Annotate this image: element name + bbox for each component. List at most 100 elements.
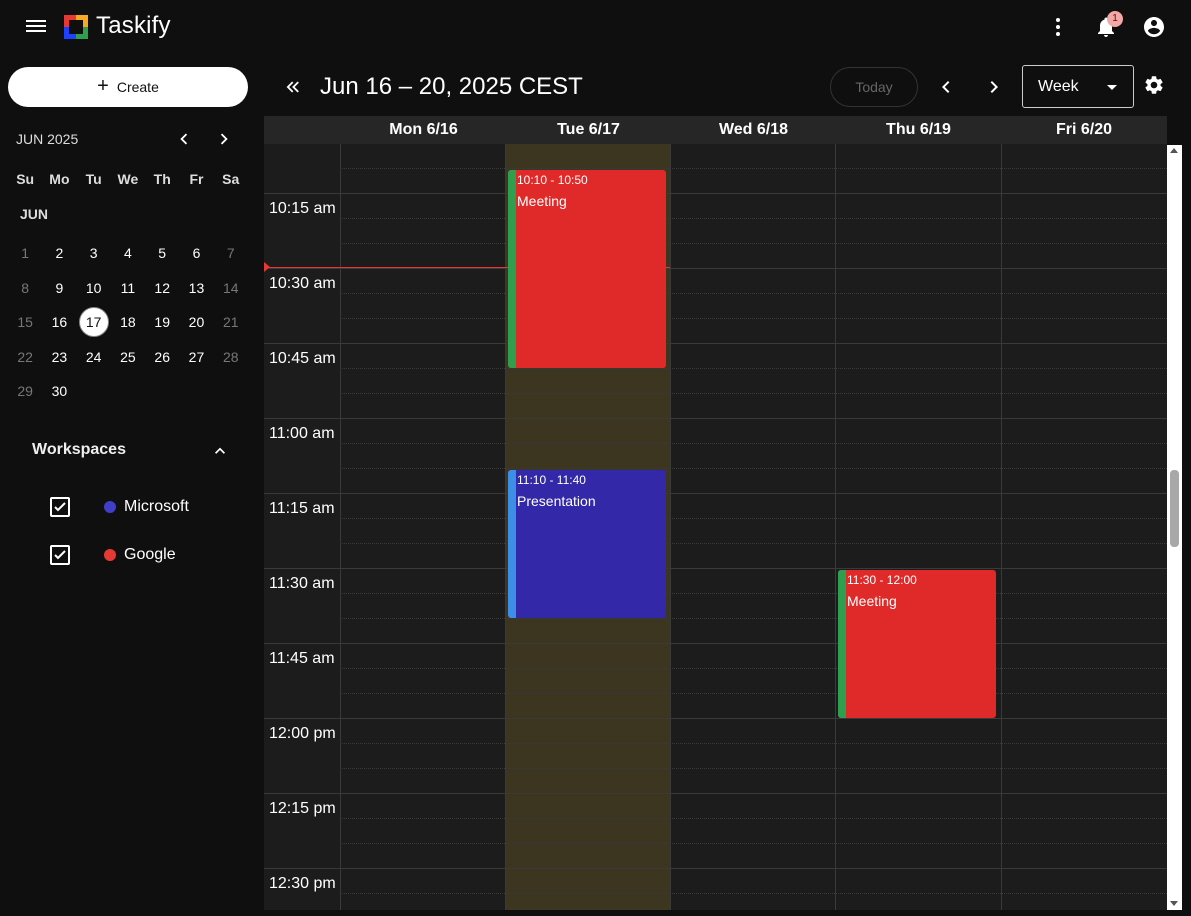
event-card[interactable]: 10:10 - 10:50 Meeting: [508, 170, 666, 368]
column-divider: [670, 144, 671, 910]
column-divider: [835, 144, 836, 910]
mini-day[interactable]: 8: [8, 271, 42, 306]
create-button[interactable]: + Create: [8, 67, 248, 107]
time-label: 11:00 am: [269, 425, 335, 442]
event-card[interactable]: 11:30 - 12:00 Meeting: [838, 570, 996, 718]
mini-day[interactable]: 9: [42, 271, 76, 306]
view-select-value: Week: [1038, 78, 1079, 95]
workspace-checkbox-google[interactable]: [50, 545, 70, 565]
mini-day[interactable]: 30: [42, 374, 76, 409]
mini-day[interactable]: 2: [42, 236, 76, 271]
calendar-scrollbar[interactable]: [1167, 145, 1182, 910]
mini-day-number: 11: [120, 279, 136, 296]
mini-day[interactable]: 23: [42, 340, 76, 375]
mini-day[interactable]: 16: [42, 305, 76, 340]
account-circle-icon[interactable]: [1142, 15, 1166, 39]
mini-day[interactable]: 18: [111, 305, 145, 340]
workspace-item-google: Google: [50, 544, 176, 566]
mini-week-row: 22 23 24 25 26 27 28: [8, 340, 248, 375]
mini-day[interactable]: 13: [179, 271, 213, 306]
dropdown-arrow-icon: [1107, 85, 1117, 90]
mini-day-number: 17: [78, 307, 109, 338]
workspace-color-dot: [104, 549, 116, 561]
event-time: 11:30 - 12:00: [847, 573, 917, 587]
mini-day-number: 16: [51, 314, 68, 331]
day-header-tue[interactable]: Tue 6/17: [506, 121, 671, 139]
day-header-mon[interactable]: Mon 6/16: [341, 121, 506, 139]
mini-day[interactable]: 10: [77, 271, 111, 306]
mini-week-row: 1 2 3 4 5 6 7: [8, 236, 248, 271]
next-week-icon[interactable]: [982, 75, 1006, 99]
time-label: 10:15 am: [269, 200, 336, 217]
weekday-label: Su: [16, 171, 35, 187]
event-card[interactable]: 11:10 - 11:40 Presentation: [508, 470, 666, 618]
mini-day-number: 7: [226, 245, 235, 262]
menu-icon[interactable]: [24, 17, 48, 37]
mini-day[interactable]: 6: [179, 236, 213, 271]
minor-slot-line: [340, 618, 1167, 619]
more-vert-icon[interactable]: [1046, 15, 1070, 39]
mini-day-number: 19: [154, 314, 170, 331]
event-workspace-bar: [838, 570, 846, 718]
mini-day[interactable]: 22: [8, 340, 42, 375]
view-select[interactable]: Week: [1022, 65, 1134, 108]
day-header-fri[interactable]: Fri 6/20: [1001, 121, 1167, 139]
double-chevron-left-icon[interactable]: [282, 76, 304, 98]
mini-day-number: 4: [124, 245, 132, 262]
day-header-thu[interactable]: Thu 6/19: [836, 121, 1001, 139]
mini-day[interactable]: 5: [145, 236, 179, 271]
column-divider: [505, 144, 506, 910]
mini-day-number: 22: [17, 348, 33, 365]
week-calendar: Mon 6/16 Tue 6/17 Wed 6/18 Thu 6/19 Fri …: [264, 116, 1167, 910]
time-grid[interactable]: 10:15 am 10:30 am 10:45 am 11:00 am 11:15 am…: [264, 144, 1167, 910]
scroll-down-arrow-icon[interactable]: [1170, 901, 1178, 906]
minor-slot-line: [340, 218, 1167, 219]
event-title: Presentation: [517, 493, 596, 509]
mini-day[interactable]: 24: [77, 340, 111, 375]
mini-day-number: 20: [188, 314, 205, 331]
minor-slot-line: [340, 293, 1167, 294]
time-label: 10:30 am: [269, 275, 336, 292]
scroll-thumb[interactable]: [1170, 470, 1179, 547]
workspaces-title: Workspaces: [32, 441, 126, 458]
mini-day[interactable]: 26: [145, 340, 179, 375]
weekday-label: Sa: [222, 171, 240, 187]
day-header-wed[interactable]: Wed 6/18: [671, 121, 836, 139]
mini-day[interactable]: 7: [214, 236, 248, 271]
mini-next-month-icon[interactable]: [213, 128, 235, 150]
time-label: 11:15 am: [269, 500, 335, 517]
slot-line: [264, 268, 1167, 269]
mini-day-number: 8: [21, 279, 30, 296]
time-label: 11:45 am: [269, 650, 335, 667]
mini-day[interactable]: 25: [111, 340, 145, 375]
workspace-checkbox-microsoft[interactable]: [50, 497, 70, 517]
today-button[interactable]: Today: [830, 67, 918, 107]
mini-day[interactable]: 29: [8, 374, 42, 409]
mini-day[interactable]: 19: [145, 305, 179, 340]
mini-day[interactable]: 21: [214, 305, 248, 340]
scroll-up-arrow-icon[interactable]: [1170, 148, 1178, 153]
mini-day[interactable]: 1: [8, 236, 42, 271]
mini-day[interactable]: 11: [111, 271, 145, 306]
mini-day: [145, 374, 179, 409]
mini-day: [179, 374, 213, 409]
expand-less-icon[interactable]: [210, 441, 230, 461]
mini-day[interactable]: 14: [214, 271, 248, 306]
mini-day[interactable]: 4: [111, 236, 145, 271]
mini-day[interactable]: 28: [214, 340, 248, 375]
mini-day[interactable]: 27: [179, 340, 213, 375]
mini-day[interactable]: 3: [77, 236, 111, 271]
settings-gear-icon[interactable]: [1143, 74, 1165, 96]
mini-day-today[interactable]: 17: [77, 305, 111, 340]
prev-week-icon[interactable]: [934, 75, 958, 99]
mini-week-row: 15 16 17 18 19 20 21: [8, 305, 248, 340]
weekday-label: Th: [153, 171, 171, 187]
mini-day[interactable]: 15: [8, 305, 42, 340]
mini-day[interactable]: 20: [179, 305, 213, 340]
mini-day[interactable]: 12: [145, 271, 179, 306]
mini-day-number: 29: [17, 383, 33, 400]
mini-prev-month-icon[interactable]: [173, 128, 195, 150]
minor-slot-line: [340, 393, 1167, 394]
mini-week-row: 8 9 10 11 12 13 14: [8, 271, 248, 306]
minor-slot-line: [340, 543, 1167, 544]
